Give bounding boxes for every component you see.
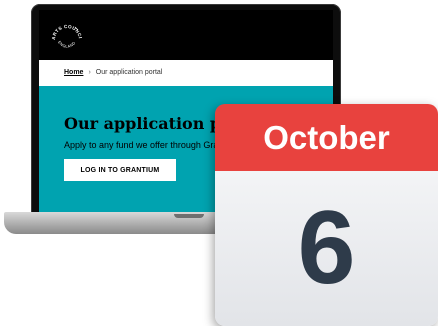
calendar-body: 6 (215, 171, 438, 326)
breadcrumb-current: Our application portal (95, 69, 163, 76)
login-button[interactable]: LOG IN TO GRANTIUM (64, 159, 176, 181)
svg-text:ENGLAND: ENGLAND (57, 40, 76, 48)
calendar-day: 6 (297, 190, 356, 306)
breadcrumb-separator: › (88, 69, 91, 76)
logo-text-bottom: ENGLAND (57, 40, 76, 48)
site-header: ARTS COUNCIL ENGLAND (39, 10, 333, 60)
breadcrumb-home-link[interactable]: Home (64, 69, 83, 76)
arts-council-logo[interactable]: ARTS COUNCIL ENGLAND (47, 18, 87, 58)
laptop-notch (174, 214, 204, 218)
calendar-icon: October 6 (215, 104, 438, 326)
breadcrumb-bar: Home › Our application portal (39, 60, 333, 86)
calendar-month: October (263, 118, 390, 156)
breadcrumb: Home › Our application portal (64, 69, 162, 76)
hero-description: Apply to any fund we offer through Grant… (64, 140, 241, 150)
calendar-header: October (215, 104, 438, 171)
